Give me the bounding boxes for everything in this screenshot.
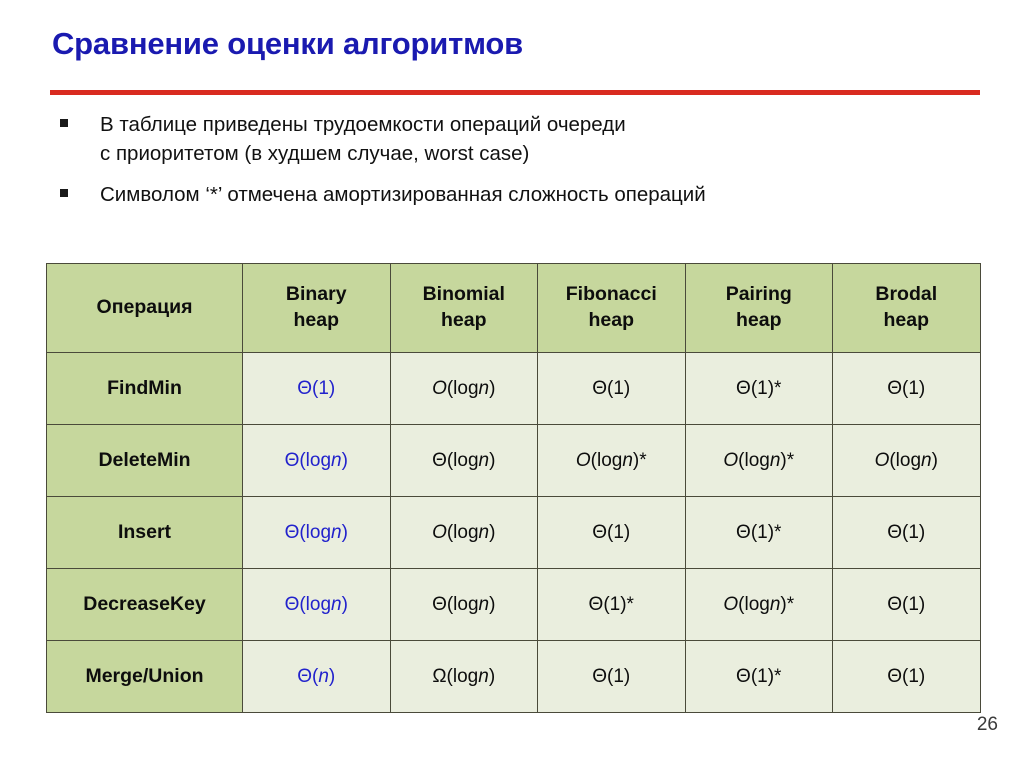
- table-row: Merge/Union Θ(n) Ω(logn) Θ(1) Θ(1)* Θ(1): [46, 640, 981, 713]
- cell-brodal-heap: Θ(1): [832, 352, 981, 425]
- cell-operation-name: DecreaseKey: [46, 568, 243, 641]
- header-line-2: heap: [440, 309, 487, 331]
- square-bullet-icon: [60, 119, 68, 127]
- header-line-1: Операция: [96, 296, 193, 319]
- cell-operation-name: Insert: [46, 496, 243, 569]
- header-line-2: heap: [588, 309, 634, 331]
- cell-binomial-heap: O(logn): [389, 496, 538, 569]
- header-line-1: Brodal: [875, 283, 938, 306]
- table-row: DecreaseKey Θ(logn) Θ(logn) Θ(1)* O(logn)* Θ(…: [46, 568, 981, 641]
- column-header-binary-heap: Binary heap: [242, 263, 391, 353]
- cell-fibonacci-heap: Θ(1): [537, 640, 686, 713]
- column-header-fibonacci-heap: Fibonacci heap: [537, 263, 686, 353]
- complexity-comparison-table: Операция Binary heap Binomial heap Fibon…: [46, 263, 981, 713]
- cell-fibonacci-heap: Θ(1)*: [537, 568, 686, 641]
- header-line-2: heap: [735, 309, 782, 331]
- table-header-row: Операция Binary heap Binomial heap Fibon…: [46, 263, 981, 353]
- cell-fibonacci-heap: Θ(1): [537, 352, 686, 425]
- cell-brodal-heap: Θ(1): [832, 496, 981, 569]
- table-row: DeleteMin Θ(logn) Θ(logn) O(logn)* O(logn)* O…: [46, 424, 981, 497]
- header-line-1: Binary: [285, 283, 347, 306]
- bullet-list: В таблице приведены трудоемкости операци…: [52, 110, 992, 221]
- column-header-binomial-heap: Binomial heap: [389, 263, 538, 353]
- header-line-2: heap: [293, 309, 339, 331]
- cell-binary-heap: Θ(logn): [242, 496, 391, 569]
- cell-pairing-heap: O(logn)*: [684, 568, 833, 641]
- cell-pairing-heap: O(logn)*: [684, 424, 833, 497]
- cell-operation-name: DeleteMin: [46, 424, 243, 497]
- cell-pairing-heap: Θ(1)*: [684, 352, 833, 425]
- cell-binomial-heap: O(logn): [389, 352, 538, 425]
- cell-operation-name: Merge/Union: [46, 640, 243, 713]
- column-header-operation: Операция: [46, 263, 243, 353]
- cell-binary-heap: Θ(1): [242, 352, 391, 425]
- square-bullet-icon: [60, 189, 68, 198]
- cell-fibonacci-heap: O(logn)*: [537, 424, 686, 497]
- cell-brodal-heap: Θ(1): [832, 568, 981, 641]
- bullet-line-1: В таблице приведены трудоемкости операци…: [100, 113, 626, 136]
- cell-pairing-heap: Θ(1)*: [684, 496, 833, 569]
- column-header-brodal-heap: Brodal heap: [832, 263, 981, 353]
- page-number: 26: [976, 714, 998, 735]
- header-line-1: Pairing: [725, 283, 792, 306]
- bullet-line-2: с приоритетом (в худшем случае, worst ca…: [100, 142, 530, 166]
- header-line-1: Fibonacci: [565, 283, 657, 306]
- cell-binomial-heap: Θ(logn): [389, 568, 538, 641]
- cell-fibonacci-heap: Θ(1): [537, 496, 686, 569]
- cell-binary-heap: Θ(logn): [242, 568, 391, 641]
- bullet-line-1: Символом ‘*’ отмечена амортизированная с…: [100, 183, 706, 207]
- table-row: Insert Θ(logn) O(logn) Θ(1) Θ(1)* Θ(1): [46, 496, 981, 569]
- header-line-2: heap: [883, 309, 929, 331]
- cell-pairing-heap: Θ(1)*: [684, 640, 833, 713]
- cell-brodal-heap: O(logn): [832, 424, 981, 497]
- cell-brodal-heap: Θ(1): [832, 640, 981, 713]
- table-row: FindMin Θ(1) O(logn) Θ(1) Θ(1)* Θ(1): [46, 352, 981, 425]
- cell-binomial-heap: Θ(logn): [389, 424, 538, 497]
- cell-binary-heap: Θ(n): [242, 640, 391, 713]
- header-line-1: Binomial: [422, 283, 505, 306]
- cell-binomial-heap: Ω(logn): [389, 640, 538, 713]
- title-divider: [50, 90, 980, 95]
- page-title: Сравнение оценки алгоритмов: [52, 26, 524, 61]
- cell-binary-heap: Θ(logn): [242, 424, 391, 497]
- cell-operation-name: FindMin: [46, 352, 243, 425]
- list-item: Символом ‘*’ отмечена амортизированная с…: [52, 180, 992, 209]
- list-item: В таблице приведены трудоемкости операци…: [52, 110, 992, 168]
- column-header-pairing-heap: Pairing heap: [684, 263, 833, 353]
